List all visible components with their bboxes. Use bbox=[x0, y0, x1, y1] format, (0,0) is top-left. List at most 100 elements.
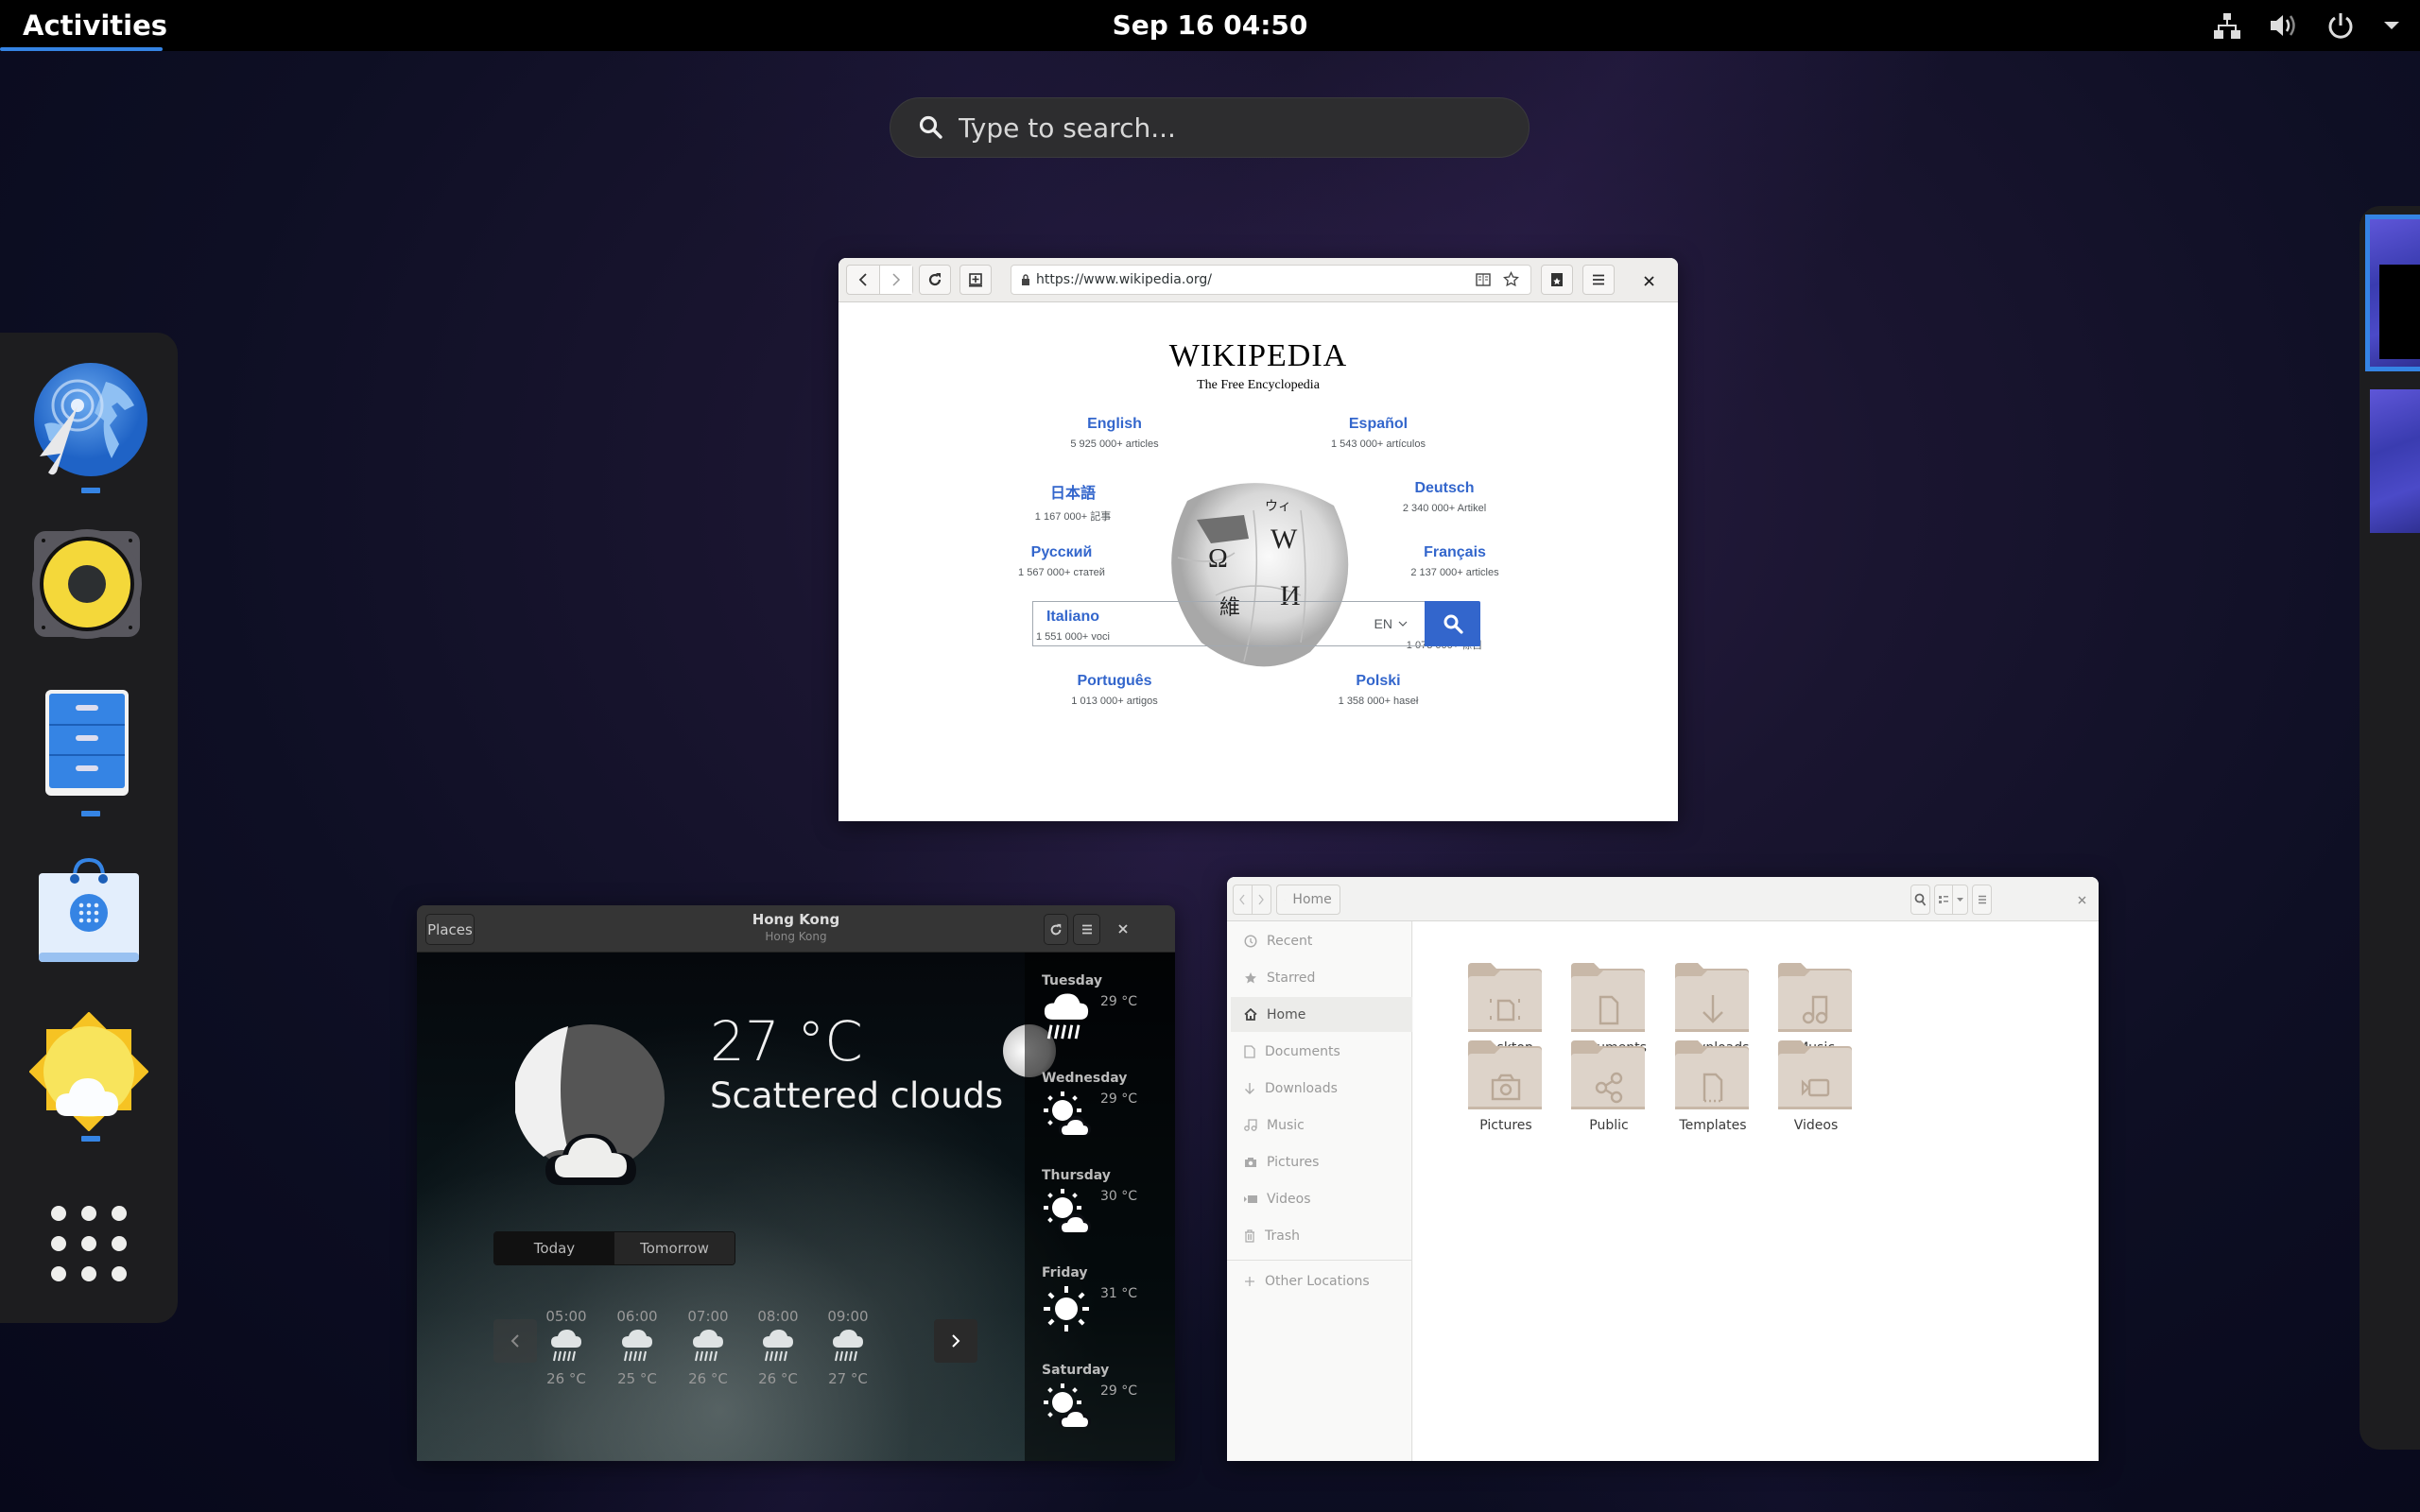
dash-app-software[interactable] bbox=[26, 847, 151, 971]
new-tab-button[interactable] bbox=[959, 265, 992, 295]
dash-app-weather[interactable] bbox=[26, 1009, 151, 1134]
language-link[interactable]: Polski 1 358 000+ haseł bbox=[1284, 673, 1473, 707]
wikipedia-search-input[interactable]: EN bbox=[1032, 601, 1425, 646]
clock-label[interactable]: Sep 16 04:50 bbox=[1113, 9, 1308, 41]
refresh-button[interactable] bbox=[1044, 914, 1068, 945]
trash-icon bbox=[1245, 1228, 1254, 1243]
view-menu-button[interactable] bbox=[1953, 885, 1967, 914]
path-bar-home[interactable]: Home bbox=[1276, 885, 1340, 915]
system-menu-arrow-icon[interactable] bbox=[2382, 10, 2401, 41]
chevron-left-icon bbox=[858, 273, 867, 286]
language-name[interactable]: Polski bbox=[1284, 673, 1473, 690]
sidebar-divider bbox=[1227, 1260, 1412, 1261]
share-icon bbox=[1571, 1040, 1645, 1109]
folder-item[interactable]: Videos bbox=[1754, 1039, 1877, 1133]
rain-icon bbox=[763, 1330, 793, 1362]
bookmark-star-icon[interactable] bbox=[1503, 270, 1519, 291]
activities-button[interactable]: Activities bbox=[0, 0, 167, 51]
search-input[interactable] bbox=[959, 112, 1488, 144]
scroll-right-button[interactable] bbox=[934, 1319, 977, 1363]
files-headerbar: Home bbox=[1227, 877, 2099, 921]
dash-app-web[interactable] bbox=[26, 359, 151, 484]
close-button[interactable] bbox=[2074, 892, 2089, 907]
network-icon[interactable] bbox=[2212, 10, 2242, 41]
language-name[interactable]: Português bbox=[1020, 673, 1209, 690]
article-count: 1 567 000+ статей bbox=[1018, 567, 1105, 578]
menu-button[interactable] bbox=[1073, 914, 1100, 945]
web-browser-window[interactable]: https://www.wikipedia.org/ WIKIPEDIA The… bbox=[838, 258, 1678, 821]
sidebar-item-videos[interactable]: Videos bbox=[1231, 1181, 1412, 1216]
language-name[interactable]: English bbox=[1020, 416, 1209, 433]
menu-button[interactable] bbox=[1582, 265, 1615, 295]
language-name[interactable]: Español bbox=[1284, 416, 1473, 433]
tab-today[interactable]: Today bbox=[494, 1232, 614, 1264]
video-icon bbox=[1244, 1194, 1257, 1203]
chevron-left-icon bbox=[1239, 894, 1245, 905]
close-button[interactable] bbox=[1114, 919, 1132, 938]
files-grid: DesktopDocumentsDownloadsMusicPicturesPu… bbox=[1413, 921, 2099, 1461]
language-name[interactable]: 日本語 bbox=[978, 480, 1167, 503]
hamburger-icon bbox=[1593, 274, 1604, 285]
language-link[interactable]: Français 2 137 000+ articles bbox=[1360, 544, 1549, 578]
article-count: 1 543 000+ artículos bbox=[1331, 438, 1426, 450]
back-button[interactable] bbox=[1234, 885, 1253, 914]
language-link[interactable]: Español 1 543 000+ artículos bbox=[1284, 416, 1473, 450]
workspace-thumbnail-2[interactable] bbox=[2370, 389, 2420, 533]
sidebar-item-starred[interactable]: Starred bbox=[1231, 960, 1412, 995]
volume-icon[interactable] bbox=[2269, 10, 2299, 41]
tab-tomorrow[interactable]: Tomorrow bbox=[614, 1232, 735, 1264]
weather-window[interactable]: Places Hong Kong Hong Kong 27 °C Scatter… bbox=[417, 905, 1175, 1461]
star-icon bbox=[1245, 971, 1256, 983]
language-selector[interactable]: EN bbox=[1374, 616, 1392, 631]
language-name[interactable]: Français bbox=[1360, 544, 1549, 561]
camera-icon bbox=[1468, 1040, 1542, 1109]
language-name[interactable]: Русский bbox=[967, 544, 1156, 561]
address-bar[interactable]: https://www.wikipedia.org/ bbox=[1011, 265, 1531, 295]
language-link[interactable]: Русский 1 567 000+ статей bbox=[967, 544, 1156, 578]
forward-button[interactable] bbox=[879, 266, 912, 294]
reader-mode-icon[interactable] bbox=[1476, 273, 1491, 290]
show-apps-button[interactable] bbox=[26, 1181, 151, 1306]
reload-icon bbox=[1050, 923, 1062, 935]
view-toggle-button[interactable] bbox=[1935, 885, 1954, 914]
dash-app-files[interactable] bbox=[26, 682, 151, 807]
back-button[interactable] bbox=[847, 266, 880, 294]
sidebar-item-pictures[interactable]: Pictures bbox=[1231, 1144, 1412, 1179]
sidebar-item-recent[interactable]: Recent bbox=[1231, 923, 1412, 958]
search-button[interactable] bbox=[1910, 885, 1930, 915]
svg-text:Ω: Ω bbox=[1208, 544, 1228, 574]
workspace-thumbnail-1[interactable] bbox=[2365, 215, 2420, 371]
language-link[interactable]: English 5 925 000+ articles bbox=[1020, 416, 1209, 450]
language-link[interactable]: Português 1 013 000+ artigos bbox=[1020, 673, 1209, 707]
nav-buttons bbox=[846, 265, 913, 295]
search-icon bbox=[1443, 614, 1463, 634]
hourly-item: 05:00 26 °C bbox=[538, 1308, 595, 1387]
forward-button[interactable] bbox=[1253, 885, 1270, 914]
reload-button[interactable] bbox=[919, 265, 951, 295]
sidebar-item-other-locations[interactable]: Other Locations bbox=[1231, 1263, 1412, 1298]
sidebar-item-label: Home bbox=[1267, 1006, 1306, 1022]
sidebar-item-home[interactable]: Home bbox=[1231, 997, 1412, 1032]
language-name[interactable]: Deutsch bbox=[1350, 480, 1539, 497]
dash-app-rhythmbox[interactable] bbox=[26, 520, 151, 644]
close-button[interactable] bbox=[1638, 270, 1659, 291]
sidebar-item-documents[interactable]: Documents bbox=[1231, 1034, 1412, 1069]
sidebar-item-downloads[interactable]: Downloads bbox=[1231, 1071, 1412, 1106]
sidebar-item-music[interactable]: Music bbox=[1231, 1108, 1412, 1143]
dash bbox=[0, 333, 178, 1323]
dropdown-arrow-icon bbox=[1957, 897, 1964, 902]
power-icon[interactable] bbox=[2325, 10, 2356, 41]
scroll-left-button[interactable] bbox=[493, 1319, 537, 1363]
wikipedia-search-button[interactable] bbox=[1425, 601, 1480, 646]
chevron-right-icon bbox=[1258, 894, 1265, 905]
bookmarks-button[interactable] bbox=[1541, 265, 1573, 295]
menu-button[interactable] bbox=[1972, 885, 1992, 915]
partly-sunny-icon bbox=[1044, 1189, 1091, 1232]
daily-forecast: Tuesday 29 °C Wednesday 29 °C Thursday 30 °… bbox=[1025, 953, 1175, 1461]
search-bar[interactable] bbox=[890, 97, 1530, 158]
language-link[interactable]: Deutsch 2 340 000+ Artikel bbox=[1350, 480, 1539, 514]
system-tray[interactable] bbox=[2212, 0, 2401, 51]
language-link[interactable]: 日本語 1 167 000+ 記事 bbox=[978, 480, 1167, 524]
files-window[interactable]: Home Recent Starred Home Documents Downl… bbox=[1227, 877, 2099, 1461]
sidebar-item-trash[interactable]: Trash bbox=[1231, 1218, 1412, 1253]
